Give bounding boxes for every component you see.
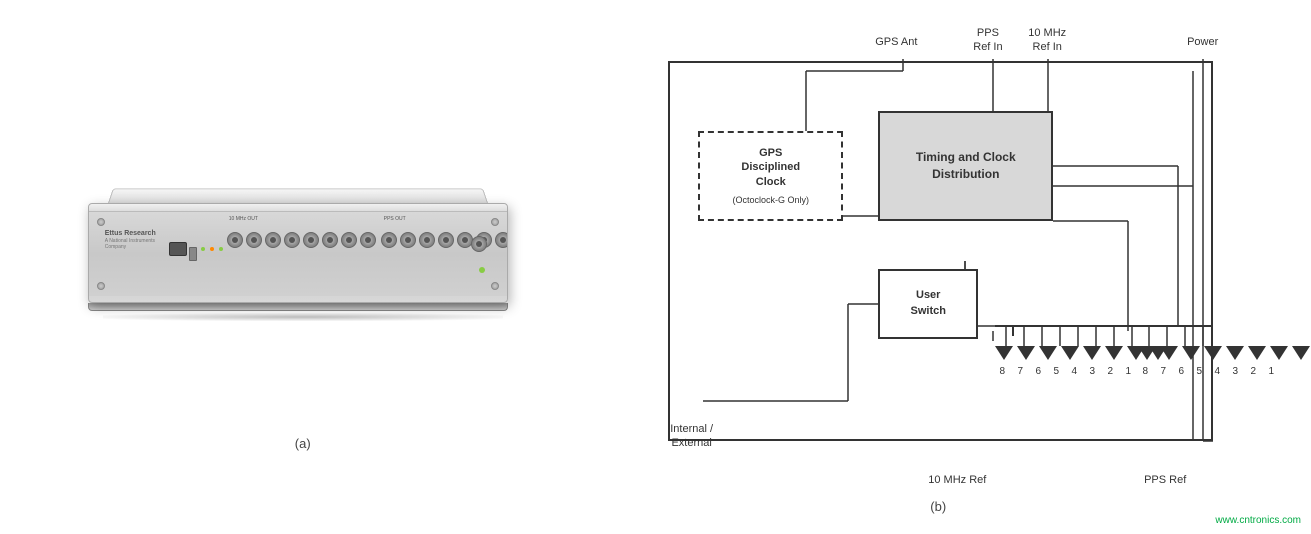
brand-text: Ettus Research xyxy=(105,230,160,237)
pps-triangle-7 xyxy=(1160,346,1178,360)
screw-br xyxy=(491,282,499,290)
timing-box: Timing and Clock Distribution xyxy=(878,111,1053,221)
bnc-2 xyxy=(246,232,262,248)
num-4: 4 xyxy=(1065,366,1083,377)
power-led xyxy=(479,267,485,273)
triangle-5 xyxy=(1061,346,1079,360)
pps-triangle-1 xyxy=(1292,346,1310,360)
bnc-3 xyxy=(265,232,281,248)
triangle-8 xyxy=(995,346,1013,360)
label-10mhz-ref-in: 10 MHz Ref In xyxy=(1028,26,1066,55)
led-3 xyxy=(219,247,223,251)
num-8: 8 xyxy=(993,366,1011,377)
pps-triangle-8 xyxy=(1138,346,1156,360)
label-10mhz-ref: 10 MHz Ref xyxy=(928,474,986,486)
pps-label: PPS OUT xyxy=(384,216,406,222)
num-6: 6 xyxy=(1029,366,1047,377)
left-caption: (a) xyxy=(295,436,311,451)
label-pps-ref-in: PPS Ref In xyxy=(973,26,1002,55)
watermark: www.cntronics.com xyxy=(1215,515,1301,526)
triangle-7 xyxy=(1017,346,1035,360)
right-bnc xyxy=(471,236,487,252)
right-caption: (b) xyxy=(930,499,946,514)
device-wrapper: Ettus Research A National Instruments Co… xyxy=(83,84,523,424)
device-top xyxy=(108,188,488,203)
bnc-7 xyxy=(341,232,357,248)
device-face: Ettus Research A National Instruments Co… xyxy=(89,212,507,296)
switch-box: User Switch xyxy=(878,269,978,339)
device-top-edge xyxy=(89,204,507,212)
bnc-5 xyxy=(303,232,319,248)
num-1: 1 xyxy=(1119,366,1137,377)
pps-num-1: 1 xyxy=(1262,366,1280,377)
label-power: Power xyxy=(1187,36,1218,48)
pps-bnc-3 xyxy=(419,232,435,248)
pps-output-triangles xyxy=(1136,346,1311,360)
pps-num-6: 6 xyxy=(1172,366,1190,377)
bnc-1 xyxy=(227,232,243,248)
pps-bnc-2 xyxy=(400,232,416,248)
pps-output-numbers: 8 7 6 5 4 3 2 1 xyxy=(1136,366,1280,377)
freq-label: 10 MHz OUT xyxy=(229,216,258,222)
pps-triangle-3 xyxy=(1248,346,1266,360)
pps-num-5: 5 xyxy=(1190,366,1208,377)
bnc-row-2 xyxy=(381,232,507,248)
bnc-6 xyxy=(322,232,338,248)
gps-clock-subtitle: (Octoclock-G Only) xyxy=(732,195,809,205)
pps-triangle-6 xyxy=(1182,346,1200,360)
triangle-6 xyxy=(1039,346,1057,360)
triangle-4 xyxy=(1083,346,1101,360)
device-body: Ettus Research A National Instruments Co… xyxy=(88,203,508,303)
device-front: Ettus Research A National Instruments Co… xyxy=(89,204,507,302)
num-2: 2 xyxy=(1101,366,1119,377)
device-bottom xyxy=(88,303,508,311)
num-7: 7 xyxy=(1011,366,1029,377)
pps-num-4: 4 xyxy=(1208,366,1226,377)
pps-bnc-4 xyxy=(438,232,454,248)
button xyxy=(189,247,197,261)
pps-num-7: 7 xyxy=(1154,366,1172,377)
bnc-8 xyxy=(360,232,376,248)
pps-triangle-4 xyxy=(1226,346,1244,360)
sub-text: A National Instruments Company xyxy=(105,238,160,250)
left-panel: Ettus Research A National Instruments Co… xyxy=(63,84,543,451)
pps-bnc-7 xyxy=(495,232,507,248)
switch-title: User Switch xyxy=(911,288,946,319)
triangle-3 xyxy=(1105,346,1123,360)
label-gps-ant: GPS Ant xyxy=(875,36,917,48)
label-int-ext: Internal / External xyxy=(670,422,713,451)
pps-triangle-2 xyxy=(1270,346,1288,360)
pps-num-2: 2 xyxy=(1244,366,1262,377)
rj45-port xyxy=(169,242,187,256)
led-1 xyxy=(201,247,205,251)
diagram-container: GPS Ant PPS Ref In 10 MHz Ref In Power G… xyxy=(638,21,1238,491)
screw-tl xyxy=(97,218,105,226)
brand-area: Ettus Research A National Instruments Co… xyxy=(105,230,160,250)
screw-tr xyxy=(491,218,499,226)
timing-title: Timing and Clock Distribution xyxy=(916,149,1016,183)
pps-num-3: 3 xyxy=(1226,366,1244,377)
led-group xyxy=(201,240,224,254)
pps-triangle-5 xyxy=(1204,346,1222,360)
gps-clock-box: GPS Disciplined Clock (Octoclock-G Only) xyxy=(698,131,843,221)
bnc-row-1 xyxy=(227,232,376,248)
led-2 xyxy=(210,247,214,251)
pps-bnc-1 xyxy=(381,232,397,248)
pps-num-8: 8 xyxy=(1136,366,1154,377)
gps-clock-title: GPS Disciplined Clock xyxy=(741,146,800,189)
bnc-4 xyxy=(284,232,300,248)
num-3: 3 xyxy=(1083,366,1101,377)
num-5: 5 xyxy=(1047,366,1065,377)
device-shadow xyxy=(103,313,503,321)
screw-bl xyxy=(97,282,105,290)
label-pps-ref: PPS Ref xyxy=(1144,474,1186,486)
10mhz-output-numbers: 8 7 6 5 4 3 2 1 xyxy=(993,366,1137,377)
right-panel: GPS Ant PPS Ref In 10 MHz Ref In Power G… xyxy=(628,21,1248,514)
main-container: Ettus Research A National Instruments Co… xyxy=(0,0,1311,534)
